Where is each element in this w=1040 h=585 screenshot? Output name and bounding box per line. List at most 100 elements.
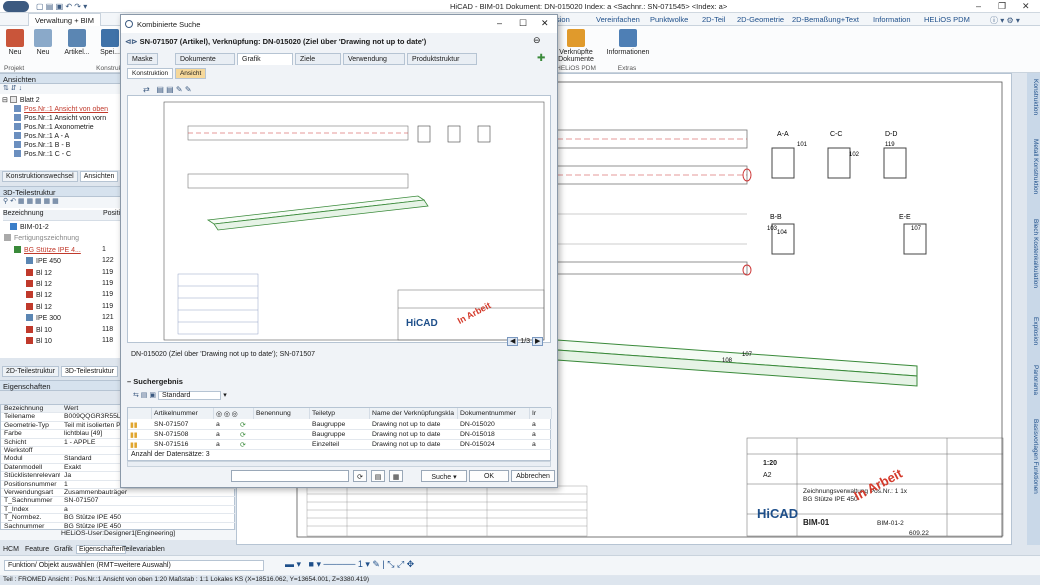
part-row[interactable]: Bl 10 118 [26,337,128,347]
article-button[interactable]: Artikel... [62,29,92,56]
view-item[interactable]: Pos.Nr.:1 Ansicht von vorn [14,114,106,123]
app-logo-icon[interactable] [3,1,29,12]
col-index[interactable]: Ir [530,408,552,419]
part-row[interactable]: Bl 12 119 [26,291,128,301]
col-dokumentnummer[interactable]: Dokumentnummer [458,408,530,419]
print-button[interactable]: ▤ [371,470,385,482]
help-icon[interactable]: ⓘ ▾ ⚙ ▾ [990,15,1020,26]
result-tools-icon[interactable]: ⇆ ▤ ▣ [133,392,156,399]
standard-select[interactable]: Standard [157,391,222,400]
new-icon [34,29,52,47]
tab-eigenschaften[interactable]: Eigenschaften [76,545,127,554]
collapse-icon[interactable]: ⊖ [533,35,541,46]
part-position: 119 [102,302,114,310]
col-artikelnummer[interactable]: Artikelnummer [152,408,214,419]
tab-2d-bemassung[interactable]: 2D-Bemaßung+Text [792,15,859,24]
cancel-button[interactable]: Abbrechen [511,470,555,482]
view-item[interactable]: Pos.Nr.:1 Ansicht von oben [14,105,108,114]
sidebar-tab-explosion[interactable]: Explosion [1028,317,1039,345]
action-select[interactable] [231,470,349,482]
subtab-ansicht[interactable]: Ansicht [174,68,207,79]
restore-icon[interactable]: ❐ [998,1,1006,12]
tab-2d-teilestruktur[interactable]: 2D-Teilestruktur [2,366,60,377]
tab-verwaltung-bim[interactable]: Verwaltung + BIM [28,13,101,26]
tab-sion[interactable]: sion [556,15,570,24]
tab-2d-geometrie[interactable]: 2D-Geometrie [737,15,784,24]
sheet-node[interactable]: ⊟ Blatt 2 [2,96,40,105]
close-icon[interactable]: ✕ [1022,1,1030,12]
part-row[interactable]: IPE 300 121 [26,314,128,324]
sidebar-tab-panorama[interactable]: Panorama [1028,365,1039,395]
next-page-icon[interactable]: ▶ [532,337,544,346]
tab-punktwolke[interactable]: Punktwolke [650,15,688,24]
sidebar-tab-konstruktion[interactable]: Konstruktion [1028,79,1039,115]
export-button[interactable]: ▦ [389,470,403,482]
subtab-konstruktion[interactable]: Konstruktion [127,68,174,79]
property-row[interactable]: T_Normbez. BG Stütze IPE 450 [1,514,236,523]
tab-grafik-left[interactable]: Grafik [54,546,73,553]
search-button[interactable]: Suche ▾ [421,470,467,482]
part-row[interactable]: BIM-01-2 [10,223,128,233]
tab-verwendung[interactable]: Verwendung [343,53,405,65]
tab-feature[interactable]: Feature [25,546,49,553]
sidebar-tab-blech[interactable]: Blech Kostenkalkulation [1028,219,1039,288]
tab-maske[interactable]: Maske [127,53,158,65]
linked-documents-button[interactable]: Verknüpfte Dokumente [556,29,596,63]
prev-page-icon[interactable]: ◀ [507,337,519,346]
tab-3d-teilestruktur[interactable]: 3D-Teilestruktur [61,366,119,377]
part-position: 122 [102,257,114,265]
part-row[interactable]: Bl 12 119 [26,268,128,279]
property-row[interactable]: T_Index a [1,506,236,515]
part-row[interactable]: Bl 12 119 [26,280,128,290]
view-item[interactable]: Pos.Nr.:1 B - B [14,141,70,150]
status-tools-icon[interactable]: ▬ ▾ ■ ▾ ───── 1 ▾ ✎ | ⤡ ⤢ ✥ [285,559,414,570]
col-benennung[interactable]: Benennung [254,408,310,419]
property-row[interactable]: T_Sachnummer SN-071507 [1,497,236,506]
part-name: Bl 12 [36,269,52,277]
tab-produktstruktur[interactable]: Produktstruktur [407,53,477,65]
col-link-class[interactable]: Name der Verknüpfungskla [370,408,458,419]
view-item[interactable]: Pos.Nr.:1 A - A [14,132,69,141]
minimize-icon[interactable]: – [976,1,981,11]
sidebar-tab-basis[interactable]: Basisvorlagen Funktionen [1028,419,1039,494]
col-teiletyp[interactable]: Teiletyp [310,408,370,419]
tab-grafik[interactable]: Grafik [237,53,293,65]
nav-arrows-icon[interactable]: ⊲⊳ [125,37,138,46]
tab-information[interactable]: Information [873,15,911,24]
tab-hcm[interactable]: HCM [3,546,19,553]
dialog-close-icon[interactable]: ✕ [541,18,549,29]
tab-ziele[interactable]: Ziele [295,53,341,65]
dialog-maximize-icon[interactable]: ☐ [519,18,527,29]
property-row[interactable]: Verwendungsart Zusammenbauträger [1,489,236,498]
new-button[interactable]: Neu [32,29,54,56]
view-item[interactable]: Pos.Nr.:1 Axonometrie [14,123,94,132]
part-row[interactable]: Bl 10 118 [26,325,128,336]
part-row[interactable]: BG Stütze IPE 4... 1 [14,245,128,256]
save-button[interactable]: Spei... [98,29,122,56]
sidebar-tab-metall[interactable]: Metall Konstruktion [1028,139,1039,194]
result-toolbar: ⇆ ▤ ▣ Standard ▾ [133,391,227,400]
tab-konstruktionswechsel[interactable]: Konstruktionswechsel [2,171,78,182]
add-tab-icon[interactable]: ✚ [537,53,545,64]
tab-teilevariablen[interactable]: Teilevariablen [122,546,165,553]
views-toolbar[interactable]: ⇅ ⇵ ↓ [0,84,128,94]
quick-access-icon[interactable]: ▢ ▤ ▣ ↶ ↷ ▾ [36,2,87,11]
tab-vereinfachen[interactable]: Vereinfachen [596,15,640,24]
horizontal-scrollbar[interactable] [127,461,551,467]
part-row[interactable]: IPE 450 122 [26,257,128,267]
graphic-preview[interactable]: HiCAD In Arbeit [127,95,551,343]
tab-ansichten[interactable]: Ansichten [79,171,119,182]
part-row[interactable]: Bl 12 119 [26,302,128,313]
tab-2d-teil[interactable]: 2D-Teil [702,15,725,24]
dialog-minimize-icon[interactable]: – [497,18,502,28]
part-row[interactable]: Fertigungszeichnung [4,234,128,244]
ok-button[interactable]: OK [469,470,509,482]
tab-dokumente[interactable]: Dokumente [175,53,235,65]
tab-helios-pdm[interactable]: HELiOS PDM [924,15,970,24]
informationen-button[interactable]: Informationen [605,29,651,56]
refresh-button[interactable]: ⟳ [353,470,367,482]
preview-toolbar[interactable]: ⇄ ▤ ▤ ✎ ✎ [143,85,192,94]
structure-toolbar[interactable]: ⚲ ↶ ▦ ▦ ▦ ▦ ▦ [0,197,128,208]
new-project-button[interactable]: Neu [4,29,26,56]
view-item[interactable]: Pos.Nr.:1 C - C [14,150,71,159]
